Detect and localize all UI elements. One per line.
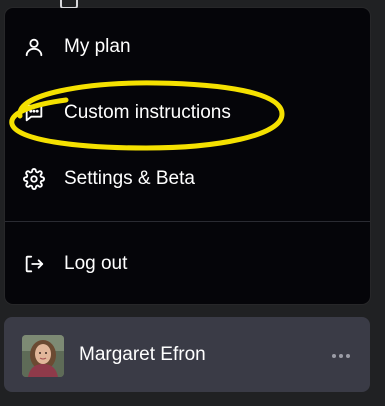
avatar [22,335,64,377]
logout-icon [22,252,46,276]
user-icon [22,35,46,59]
menu-item-log-out[interactable]: Log out [5,242,370,286]
menu-item-custom-instructions[interactable]: Custom instructions [5,91,370,135]
more-options-icon[interactable] [329,347,353,365]
menu-item-label: Log out [64,253,128,274]
message-square-icon [22,101,46,125]
gear-icon [22,167,46,191]
user-name: Margaret Efron [79,344,206,365]
menu-item-my-plan[interactable]: My plan [5,25,370,69]
menu-divider [5,221,370,222]
account-menu: My plan Custom instructions Settings & B… [5,8,370,304]
user-account-button[interactable]: Margaret Efron [4,317,370,392]
menu-item-label: Settings & Beta [64,168,195,189]
menu-item-label: My plan [64,36,131,57]
menu-item-label: Custom instructions [64,102,231,123]
menu-item-settings-beta[interactable]: Settings & Beta [5,157,370,201]
